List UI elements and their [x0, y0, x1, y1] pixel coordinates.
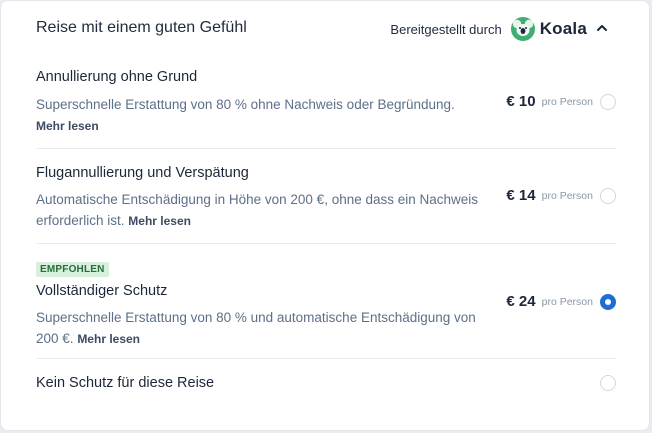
koala-logo-icon	[510, 17, 535, 41]
option-radio[interactable]	[600, 93, 616, 110]
option-title: Kein Schutz für diese Reise	[36, 375, 215, 391]
option-description-text: Automatische Entschädigung in Höhe von 2…	[36, 192, 479, 228]
insurance-card: Reise mit einem guten Gefühl Bereitgeste…	[0, 0, 650, 431]
recommended-badge: EMPFOHLEN	[36, 262, 109, 277]
provider-info: Bereitgestellt durch Koala	[390, 13, 587, 45]
option-kein-schutz[interactable]: Kein Schutz für diese Reise	[36, 375, 616, 397]
option-price: € 14 pro Person	[506, 187, 616, 204]
radio-dot	[605, 298, 611, 305]
option-radio-selected[interactable]	[600, 293, 616, 310]
read-more-link[interactable]: Mehr lesen	[77, 332, 140, 346]
read-more-link[interactable]: Mehr lesen	[128, 214, 191, 228]
header-title: Reise mit einem guten Gefühl	[36, 19, 247, 36]
provided-by-label: Bereitgestellt durch	[390, 21, 502, 37]
option-price: € 24 pro Person	[506, 293, 616, 310]
divider	[36, 243, 616, 244]
option-title: Flugannullierung und Verspätung	[36, 165, 249, 181]
option-price: € 10 pro Person	[506, 93, 616, 110]
divider	[36, 148, 616, 149]
read-more-link[interactable]: Mehr lesen	[36, 119, 99, 133]
card-header[interactable]: Reise mit einem guten Gefühl Bereitgeste…	[1, 1, 649, 57]
option-title: Annullierung ohne Grund	[36, 69, 198, 85]
price-unit: pro Person	[541, 295, 593, 308]
divider	[36, 358, 616, 359]
option-description: Automatische Entschädigung in Höhe von 2…	[36, 189, 498, 232]
option-radio[interactable]	[600, 375, 616, 391]
option-price	[600, 375, 616, 391]
price-unit: pro Person	[541, 95, 593, 108]
option-annullierung[interactable]: Annullierung ohne Grund Superschnelle Er…	[36, 69, 616, 139]
option-flugannullierung[interactable]: Flugannullierung und Verspätung Automati…	[36, 165, 616, 235]
option-vollstaendiger-schutz[interactable]: EMPFOHLEN Vollständiger Schutz Superschn…	[36, 259, 616, 346]
price-value: € 24	[506, 293, 536, 310]
option-description-text: Superschnelle Erstattung von 80 % ohne N…	[36, 97, 455, 112]
price-value: € 10	[506, 93, 536, 110]
option-radio[interactable]	[600, 187, 616, 204]
price-unit: pro Person	[541, 189, 593, 202]
provider-name: Koala	[539, 19, 587, 38]
chevron-up-icon[interactable]	[595, 21, 609, 35]
option-description: Superschnelle Erstattung von 80 % und au…	[36, 307, 498, 350]
price-value: € 14	[506, 187, 536, 204]
option-description: Superschnelle Erstattung von 80 % ohne N…	[36, 94, 498, 137]
